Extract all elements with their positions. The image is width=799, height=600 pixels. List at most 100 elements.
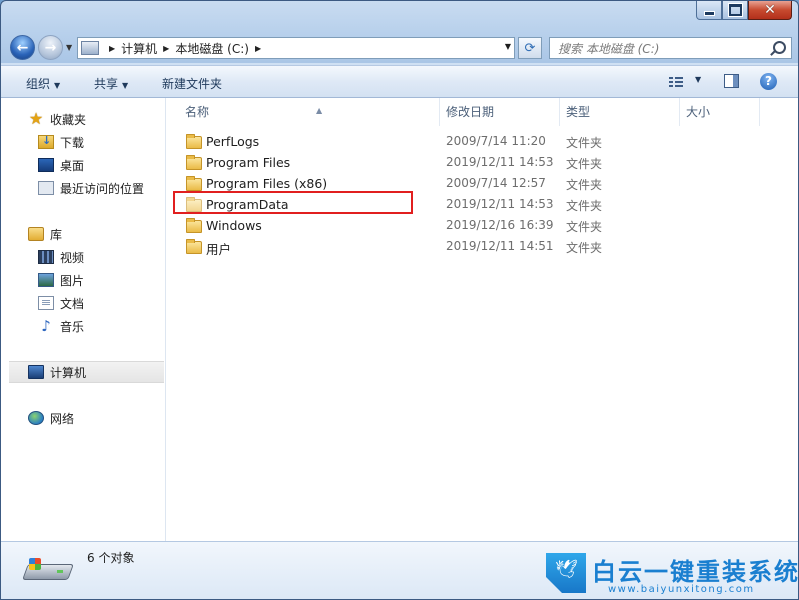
file-name: Windows — [206, 218, 262, 233]
search-icon[interactable] — [773, 41, 786, 54]
file-type: 文件夹 — [566, 136, 603, 150]
column-label: 名称 — [185, 105, 210, 119]
search-input[interactable] — [550, 38, 775, 60]
file-list-pane: 名称 ▲ 修改日期 类型 大小 PerfLogs 2009/7/14 11:20… — [166, 98, 798, 541]
nav-item-documents[interactable]: 文档 — [1, 293, 165, 313]
nav-network[interactable]: 网络 — [1, 408, 165, 428]
hard-drive-icon — [22, 558, 74, 582]
chevron-down-icon: ▼ — [122, 81, 129, 90]
maximize-icon — [727, 3, 743, 17]
column-header-date[interactable]: 修改日期 — [440, 98, 560, 126]
file-type: 文件夹 — [566, 241, 603, 255]
nav-favorites[interactable]: ★ 收藏夹 — [1, 109, 165, 129]
nav-label: 最近访问的位置 — [60, 181, 145, 196]
file-row-windows[interactable]: Windows 2019/12/16 16:39 文件夹 — [178, 216, 778, 237]
nav-label: 收藏夹 — [50, 112, 87, 127]
file-name: 用户 — [206, 242, 232, 257]
nav-label: 网络 — [50, 411, 75, 426]
file-type: 文件夹 — [566, 157, 603, 171]
column-header-name[interactable]: 名称 ▲ — [179, 98, 440, 126]
file-date: 2019/12/16 16:39 — [446, 218, 554, 232]
explorer-window: ✕ ← → ▼ ▶ 计算机 ▶ 本地磁盘 (C:) ▶ ▼ ⟳ 组织▼ 共享▼ … — [0, 0, 799, 600]
search-box[interactable] — [549, 37, 792, 60]
nav-item-videos[interactable]: 视频 — [1, 247, 165, 267]
command-bar: 组织 ▼ 共享 ▼ 新建文件夹 ▼ ? — [1, 65, 798, 98]
forward-button[interactable]: → — [38, 35, 63, 60]
file-type: 文件夹 — [566, 220, 603, 234]
watermark-url: www.baiyunxitong.com — [608, 584, 755, 595]
refresh-icon: ⟳ — [524, 40, 536, 56]
folder-icon — [186, 155, 202, 170]
organize-button[interactable]: 组织 ▼ — [26, 75, 60, 92]
library-icon — [28, 227, 44, 241]
file-date: 2009/7/14 11:20 — [446, 134, 546, 148]
view-options-button[interactable]: ▼ — [669, 75, 703, 91]
file-type: 文件夹 — [566, 178, 603, 192]
file-date: 2019/12/11 14:53 — [446, 155, 554, 169]
file-row-perflogs[interactable]: PerfLogs 2009/7/14 11:20 文件夹 — [178, 132, 778, 153]
navigation-bar: ← → ▼ ▶ 计算机 ▶ 本地磁盘 (C:) ▶ ▼ ⟳ — [1, 33, 798, 61]
nav-item-desktop[interactable]: 桌面 — [1, 155, 165, 175]
nav-label: 库 — [50, 227, 63, 242]
computer-icon — [28, 365, 44, 379]
breadcrumb-computer[interactable]: 计算机 — [121, 40, 157, 57]
maximize-button[interactable] — [722, 1, 748, 20]
file-date: 2019/12/11 14:51 — [446, 239, 554, 253]
file-type: 文件夹 — [566, 199, 603, 213]
nav-computer[interactable]: 计算机 — [9, 361, 164, 383]
nav-item-pictures[interactable]: 图片 — [1, 270, 165, 290]
preview-pane-button[interactable] — [724, 74, 739, 88]
item-count: 6 个对象 — [87, 551, 135, 565]
watermark-title: 白云一键重装系统 — [592, 558, 799, 586]
breadcrumb-local-disk[interactable]: 本地磁盘 (C:) — [175, 40, 249, 57]
share-button[interactable]: 共享 ▼ — [94, 75, 128, 92]
refresh-button[interactable]: ⟳ — [518, 37, 542, 59]
file-row-users[interactable]: 用户 2019/12/11 14:51 文件夹 — [178, 237, 778, 258]
nav-label: 文档 — [60, 296, 85, 311]
chevron-right-icon[interactable]: ▶ — [109, 44, 115, 53]
minimize-button[interactable] — [696, 1, 722, 20]
nav-item-downloads[interactable]: 下载 — [1, 132, 165, 152]
arrow-right-icon: → — [44, 39, 57, 56]
recent-pages-dropdown[interactable]: ▼ — [66, 43, 72, 52]
file-date: 2019/12/11 14:53 — [446, 197, 554, 211]
star-icon: ★ — [28, 109, 44, 128]
back-button[interactable]: ← — [10, 35, 35, 60]
close-icon: ✕ — [764, 2, 776, 18]
music-note-icon: ♪ — [41, 317, 51, 335]
minimize-icon — [703, 10, 715, 16]
nav-label: 下载 — [60, 135, 85, 150]
navigation-pane: ★ 收藏夹 下载 桌面 最近访问的位置 库 视频 图片 文档 — [1, 98, 166, 541]
file-name: PerfLogs — [206, 134, 260, 149]
folder-icon — [186, 134, 202, 149]
folder-icon — [186, 176, 202, 191]
chevron-down-icon: ▼ — [54, 81, 61, 90]
address-dropdown-icon[interactable]: ▼ — [505, 42, 511, 51]
column-header-type[interactable]: 类型 — [560, 98, 680, 126]
folder-icon — [186, 218, 202, 233]
watermark-logo: 🕊 白云一键重装系统 www.baiyunxitong.com — [546, 551, 799, 597]
file-name: Program Files (x86) — [206, 176, 328, 191]
column-header-size[interactable]: 大小 — [680, 98, 760, 126]
annotation-highlight-box — [173, 191, 413, 214]
network-icon — [28, 411, 44, 425]
computer-icon — [81, 41, 99, 55]
new-folder-button[interactable]: 新建文件夹 — [162, 75, 222, 92]
address-bar[interactable]: ▶ 计算机 ▶ 本地磁盘 (C:) ▶ ▼ — [77, 37, 515, 59]
chevron-right-icon[interactable]: ▶ — [255, 44, 261, 53]
help-button[interactable]: ? — [760, 73, 777, 90]
file-name: Program Files — [206, 155, 291, 170]
arrow-left-icon: ← — [16, 39, 29, 56]
file-row-program-files[interactable]: Program Files 2019/12/11 14:53 文件夹 — [178, 153, 778, 174]
close-button[interactable]: ✕ — [748, 1, 792, 20]
file-date: 2009/7/14 12:57 — [446, 176, 546, 190]
details-view-icon — [669, 77, 683, 87]
organize-label: 组织 — [26, 77, 51, 91]
nav-item-music[interactable]: ♪ 音乐 — [1, 316, 165, 336]
caption-buttons: ✕ — [696, 1, 792, 20]
bird-icon: 🕊 — [555, 559, 578, 580]
nav-libraries[interactable]: 库 — [1, 224, 165, 244]
nav-item-recent-places[interactable]: 最近访问的位置 — [1, 178, 165, 198]
nav-label: 音乐 — [60, 319, 85, 334]
chevron-right-icon[interactable]: ▶ — [163, 44, 169, 53]
